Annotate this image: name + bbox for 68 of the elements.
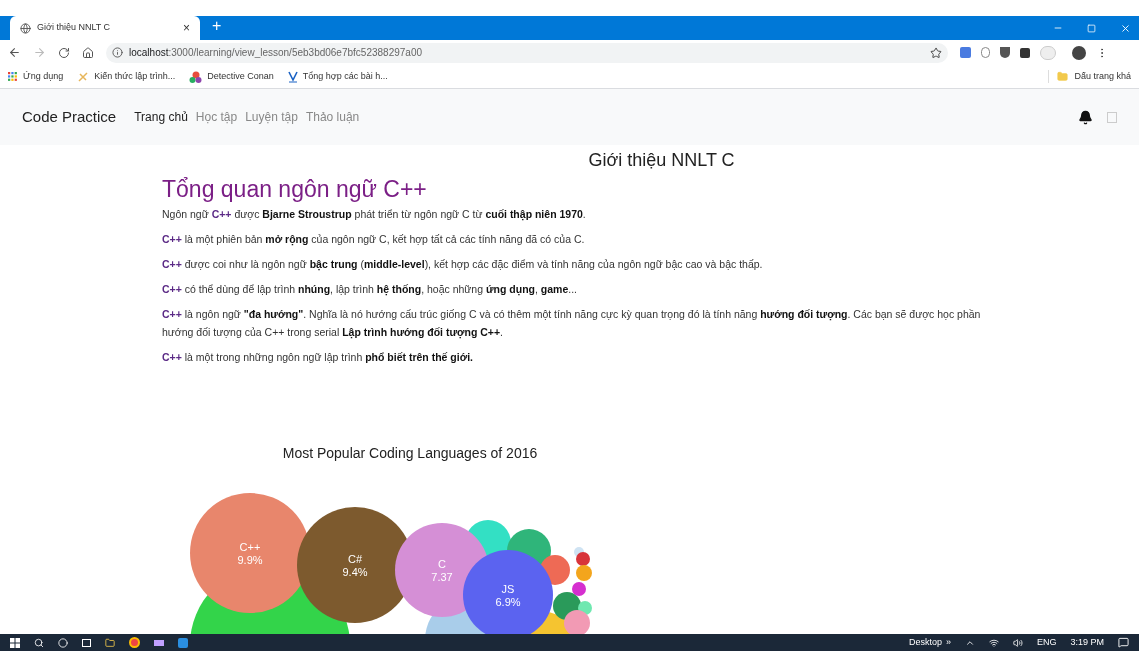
bookmark-item[interactable]: Tổng hợp các bài h...: [287, 69, 388, 84]
apps-grid-icon: [8, 71, 18, 82]
paragraph: C++ là ngôn ngữ "đa hướng". Nghĩa là nó hướng cấu trúc giống C và có thêm một tính năng cực kỳ quan trọng đó là tính năng hướng đối tượng. Các bạn sẽ được học phần hướng đối tượng của C++ trong serial Lập trình hướng đối tượng C++.: [162, 307, 982, 341]
chevron-text[interactable]: »: [945, 635, 951, 650]
bubble-value: 7.37: [431, 571, 453, 583]
brand-name[interactable]: Code Practice: [22, 105, 117, 129]
reload-icon[interactable]: [58, 46, 70, 59]
browser-tab[interactable]: Giới thiệu NNLT C ×: [10, 16, 200, 40]
bookmark-item[interactable]: Kiến thức lập trình...: [77, 69, 176, 84]
nav-link[interactable]: Thảo luận: [305, 108, 360, 126]
v-logo-icon: [287, 70, 298, 83]
shield-extension-icon[interactable]: [1000, 47, 1010, 58]
bubble-label: C#: [347, 553, 363, 565]
home-icon[interactable]: [82, 46, 94, 59]
paragraph: C++ có thể dùng để lập trình nhúng, lập trình hệ thống, hoặc những ứng dụng, game...: [162, 282, 579, 298]
checkbox[interactable]: [1107, 111, 1117, 123]
bubble-label: JS: [501, 583, 515, 595]
translate-extension-icon[interactable]: [960, 47, 971, 58]
search-icon[interactable]: [34, 637, 44, 648]
desktop-label[interactable]: Desktop: [908, 635, 942, 650]
globe-icon: [20, 22, 31, 34]
app-icon[interactable]: [154, 639, 164, 646]
nav-link[interactable]: Học tập: [195, 108, 238, 126]
nav-link[interactable]: Luyện tập: [245, 108, 298, 126]
paragraph: C++ là một trong những ngôn ngữ lập trình phổ biết trên thế giới.: [162, 350, 474, 365]
volume-icon[interactable]: [1012, 637, 1023, 648]
maximize-icon[interactable]: [1087, 23, 1096, 33]
bubble: [576, 565, 592, 581]
bookmark-item[interactable]: Detective Conan: [189, 69, 274, 84]
task-view-icon[interactable]: [82, 638, 91, 647]
network-icon[interactable]: [988, 637, 999, 648]
x-extension-icon[interactable]: [1020, 47, 1030, 58]
nav-link[interactable]: Trang chủ: [134, 108, 188, 126]
chrome-icon[interactable]: [129, 637, 140, 648]
tab-title: Giới thiệu NNLT C: [37, 21, 112, 35]
other-bookmarks[interactable]: Dấu trang khá: [1048, 69, 1131, 84]
bubble-value: 9.9%: [237, 554, 263, 566]
code-editor-icon[interactable]: [178, 637, 188, 648]
folder-icon[interactable]: [105, 637, 115, 648]
address-bar[interactable]: localhost:3000/learning/view_lesson/5eb3bd06e7bfc52388297a00: [106, 42, 948, 63]
paragraph: Ngôn ngữ C++ được Bjarne Stroustrup phát triển từ ngôn ngữ C từ cuối thập niên 1970.: [162, 207, 587, 223]
tab-close-button[interactable]: ×: [183, 19, 190, 37]
chart-title: Most Popular Coding Languages of 2016: [282, 444, 538, 463]
info-icon: [112, 47, 123, 58]
bubble-label: C: [438, 558, 446, 570]
colored-balls-icon: [189, 70, 203, 83]
language-indicator[interactable]: ENG: [1036, 635, 1057, 650]
bookmark-item[interactable]: Ứng dụng: [8, 69, 64, 84]
close-icon[interactable]: [1120, 22, 1131, 34]
back-icon[interactable]: [8, 46, 21, 59]
folder-icon: [1057, 71, 1069, 82]
paragraph: C++ được coi như là ngôn ngữ bậc trung (middle-level), kết hợp các đặc điểm và tính năng của ngôn ngữ bậc cao và bậc thấp.: [162, 257, 764, 273]
bubble-value: 6.9%: [495, 596, 521, 608]
notifications-icon[interactable]: [1118, 637, 1129, 648]
bookmark-star-icon[interactable]: [930, 46, 942, 59]
bubble: [576, 552, 590, 566]
notification-bell-icon[interactable]: [1078, 109, 1093, 125]
clock-time[interactable]: 3:19 PM: [1070, 635, 1104, 650]
bubble-value: 9.4%: [342, 566, 368, 578]
windows-start-icon[interactable]: [10, 637, 20, 648]
cortana-icon[interactable]: [58, 637, 68, 648]
page-title: Giới thiệu NNLT C: [588, 149, 735, 172]
bubble-label: C++: [239, 541, 261, 553]
profile-avatar[interactable]: [1072, 45, 1086, 60]
paragraph: C++ là một phiên bản mở rộng của ngôn ngữ C, kết hợp tất cả các tính năng đã có của C.: [162, 232, 586, 248]
url-text: localhost:3000/learning/view_lesson/5eb3bd06e7bfc52388297a00: [129, 46, 423, 60]
new-tab-button[interactable]: +: [212, 14, 222, 38]
section-heading: Tổng quan ngôn ngữ C++: [162, 175, 428, 204]
